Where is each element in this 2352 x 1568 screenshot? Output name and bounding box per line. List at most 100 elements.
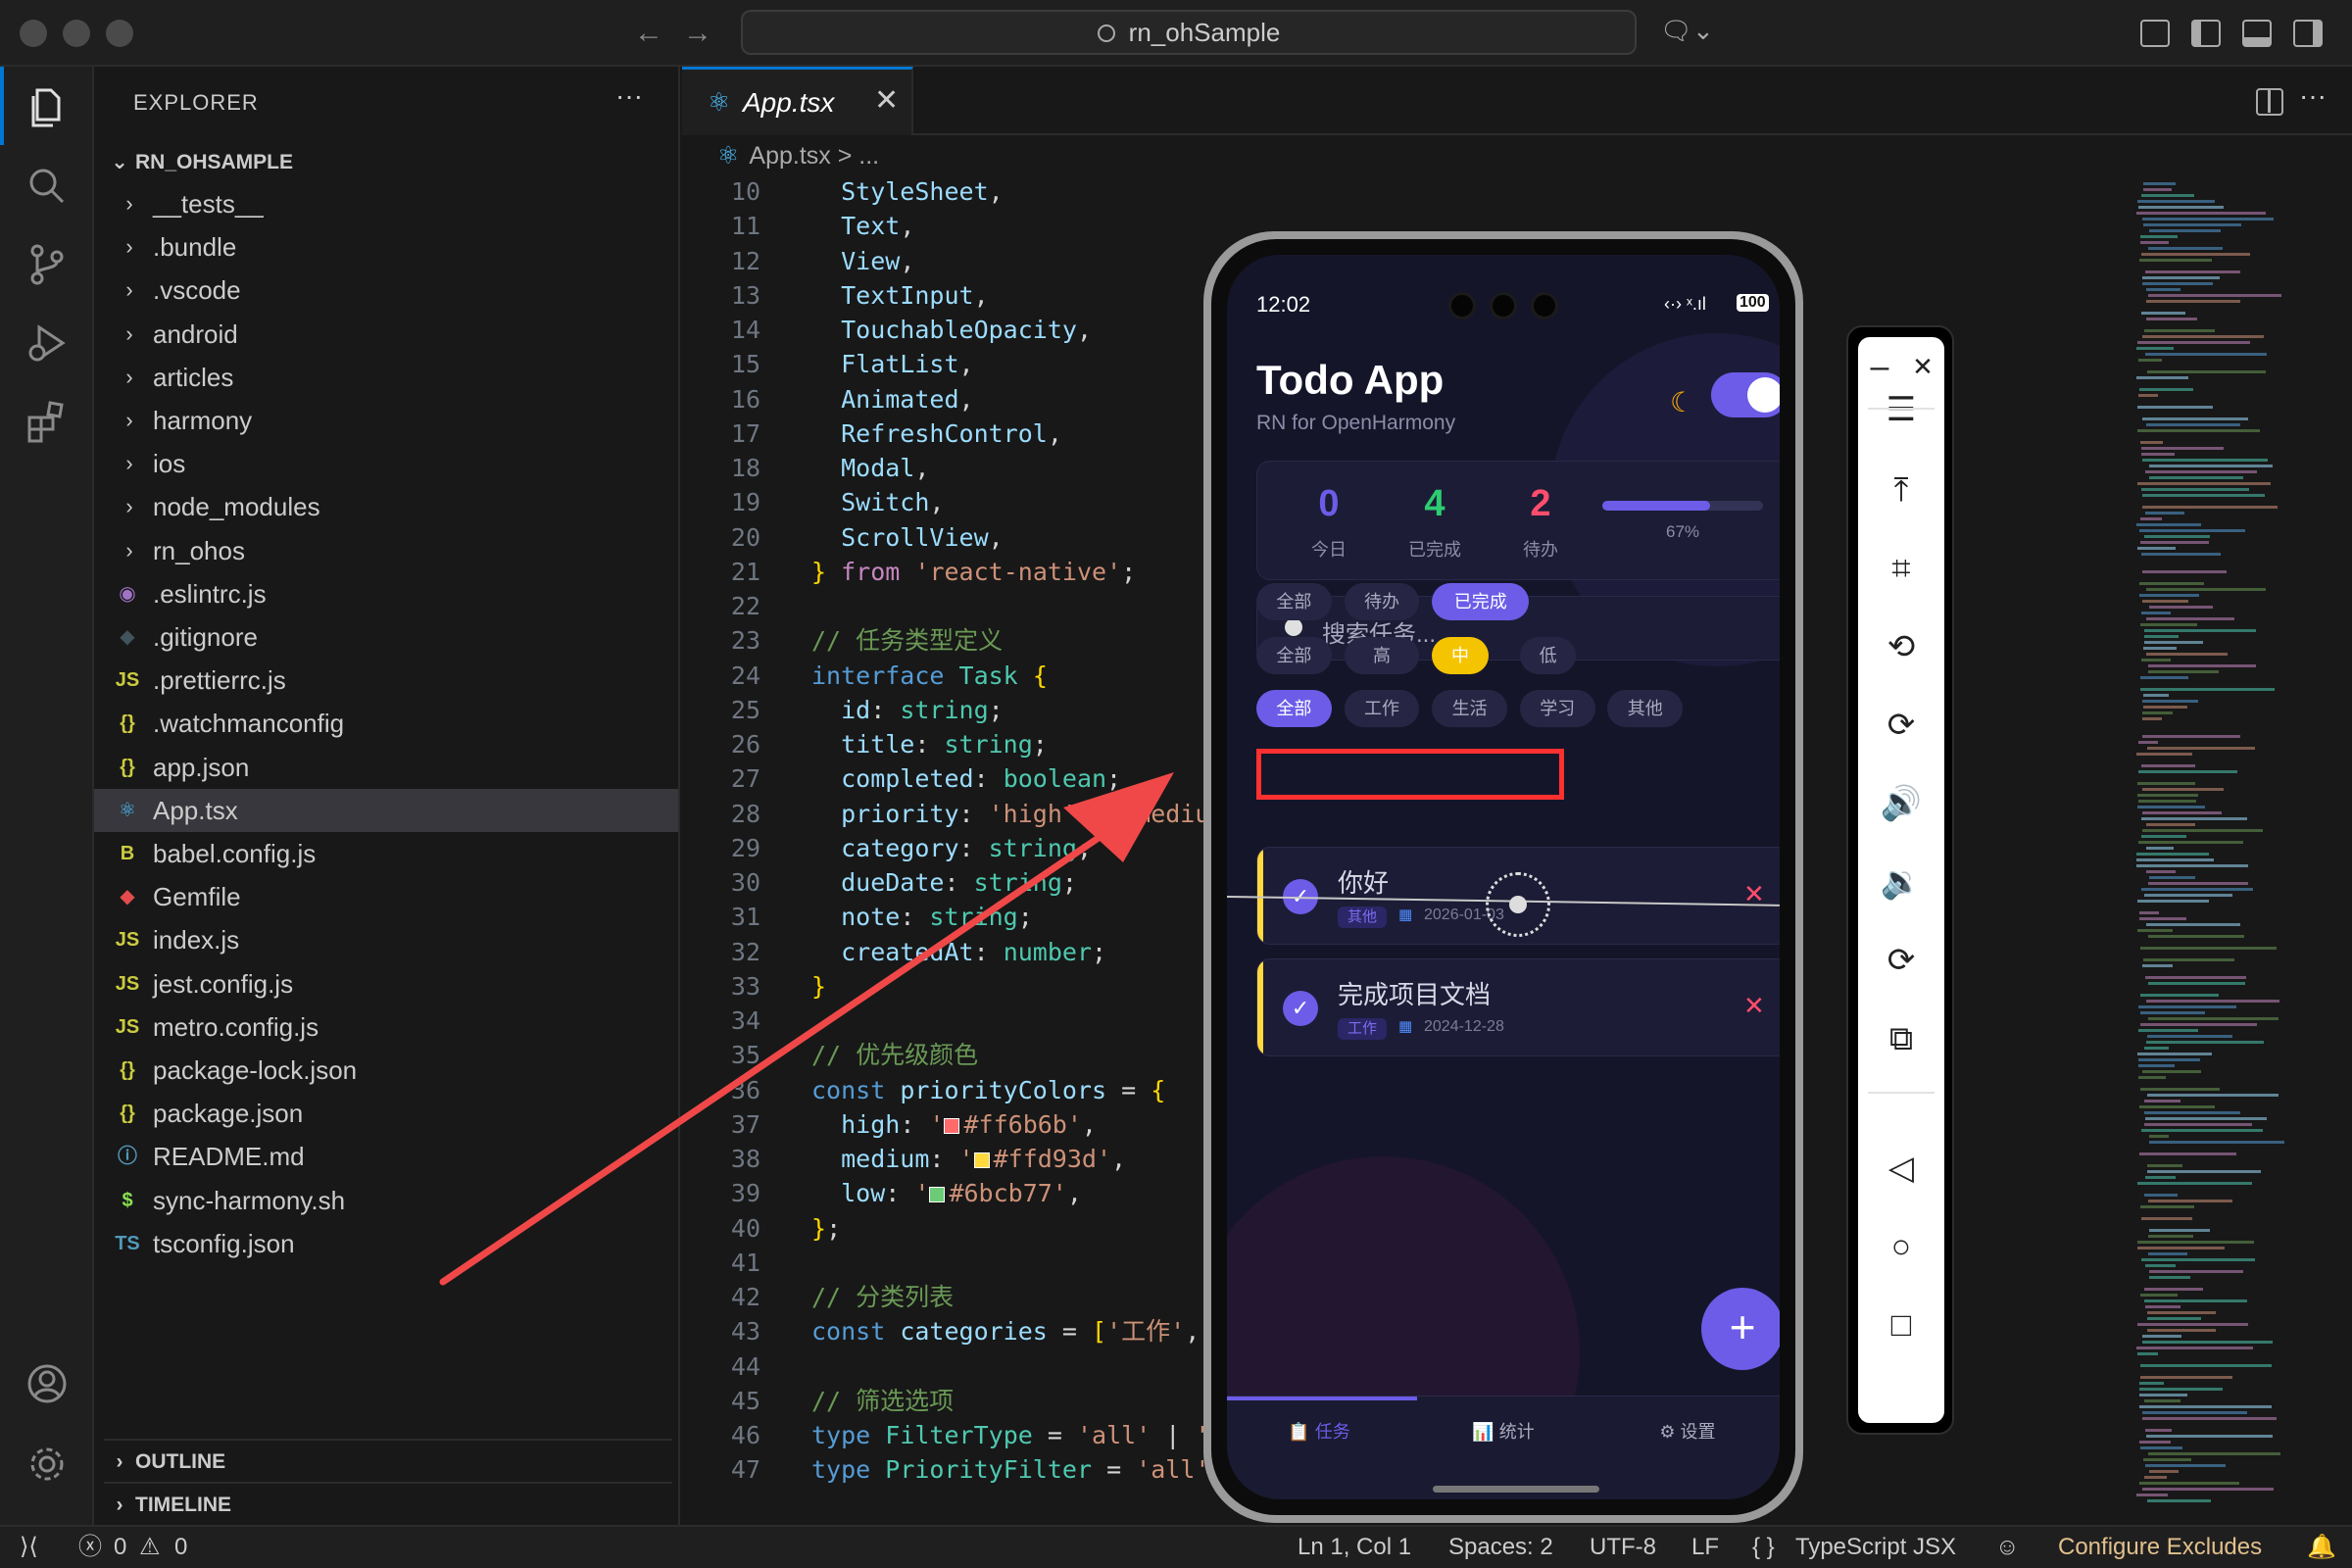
folder-item[interactable]: › __tests__ (94, 182, 678, 225)
bottom-tab[interactable]: 📋 任务 (1227, 1418, 1411, 1444)
priority-filter-chip[interactable]: 低 (1519, 636, 1577, 674)
tab-app-tsx[interactable]: ⚛ App.tsx ✕ (682, 67, 913, 135)
phone-screen[interactable]: 12:02 ‹·› ˣ.ıl 100 Todo App RN for OpenH… (1227, 255, 1780, 1499)
status-filter-chip[interactable]: 全部 (1256, 583, 1332, 621)
search-icon[interactable] (0, 145, 94, 223)
breadcrumb[interactable]: ⚛ App.tsx > ... (717, 141, 879, 171)
error-icon[interactable]: ⓧ (78, 1527, 102, 1568)
file-item[interactable]: {} package-lock.json (94, 1049, 678, 1092)
project-root-folder[interactable]: ⌄ RN_OHSAMPLE (104, 143, 672, 182)
file-item[interactable]: {} package.json (94, 1092, 678, 1135)
folder-item[interactable]: › ios (94, 442, 678, 485)
volume-up-icon[interactable]: 🔊 (1858, 774, 1944, 833)
copilot-icon[interactable]: ☺ (1995, 1527, 2020, 1568)
toggle-panel-icon[interactable] (2242, 20, 2272, 47)
customize-layout-icon[interactable] (2140, 20, 2170, 47)
file-item[interactable]: JS .prettierrc.js (94, 659, 678, 702)
configure-excludes[interactable]: Configure Excludes (2058, 1527, 2262, 1568)
forward-arrow-icon[interactable]: → (678, 14, 717, 53)
file-item[interactable]: {} app.json (94, 746, 678, 789)
category-filter-chip[interactable]: 生活 (1432, 690, 1507, 727)
account-icon[interactable] (0, 1343, 94, 1421)
encoding[interactable]: UTF-8 (1590, 1527, 1656, 1568)
remote-icon[interactable]: ⟩⟨ (20, 1527, 38, 1568)
timeline-section[interactable]: › TIMELINE (104, 1482, 672, 1525)
file-item[interactable]: ⓘ README.md (94, 1135, 678, 1178)
bottom-tab[interactable]: 📊 统计 (1411, 1418, 1595, 1444)
file-item[interactable]: {} .watchmanconfig (94, 702, 678, 745)
back-icon[interactable]: ◁ (1858, 1139, 1944, 1198)
recents-icon[interactable]: □ (1858, 1296, 1944, 1354)
minimize-window-button[interactable] (63, 20, 90, 47)
rotate-left-icon[interactable]: ⟲ (1858, 617, 1944, 676)
add-task-button[interactable]: + (1701, 1288, 1780, 1370)
minimap[interactable] (2132, 172, 2334, 1525)
explorer-icon[interactable] (0, 67, 94, 145)
outline-section[interactable]: › OUTLINE (104, 1439, 672, 1482)
rotate-right-icon[interactable]: ⟳ (1858, 696, 1944, 755)
category-filter-chip[interactable]: 工作 (1344, 690, 1420, 727)
file-item[interactable]: JS metro.config.js (94, 1005, 678, 1049)
file-item[interactable]: JS jest.config.js (94, 962, 678, 1005)
folder-item[interactable]: › rn_ohos (94, 529, 678, 572)
back-arrow-icon[interactable]: ← (629, 14, 668, 53)
minimap-line (2148, 935, 2244, 938)
file-item[interactable]: ◆ .gitignore (94, 615, 678, 659)
screenshot-icon[interactable]: ⧉ (1858, 1009, 1944, 1068)
minimap-line (2149, 1276, 2190, 1279)
pin-top-icon[interactable]: ⤒ (1858, 461, 1944, 519)
editor-more-actions-icon[interactable]: ··· (2299, 80, 2327, 112)
extensions-icon[interactable] (0, 380, 94, 459)
folder-item[interactable]: › articles (94, 356, 678, 399)
toggle-sidebar-icon[interactable] (2191, 20, 2221, 47)
file-item[interactable]: JS index.js (94, 918, 678, 961)
priority-filter-chip[interactable]: 中 (1432, 636, 1489, 674)
indentation[interactable]: Spaces: 2 (1448, 1527, 1553, 1568)
crop-icon[interactable]: ⌗ (1858, 539, 1944, 598)
line-ending[interactable]: LF (1691, 1527, 1719, 1568)
bottom-tab[interactable]: ⚙ 设置 (1595, 1418, 1780, 1444)
category-filter-chip[interactable]: 其他 (1607, 690, 1684, 727)
home-indicator[interactable] (1433, 1486, 1599, 1493)
close-tab-icon[interactable]: ✕ (874, 83, 899, 118)
file-item[interactable]: ◆ Gemfile (94, 875, 678, 918)
volume-down-icon[interactable]: 🔉 (1858, 853, 1944, 911)
folder-item[interactable]: › .bundle (94, 225, 678, 269)
notifications-bell-icon[interactable]: 🔔 (2307, 1527, 2336, 1568)
more-actions-icon[interactable]: ··· (615, 80, 643, 112)
maximize-window-button[interactable] (106, 20, 133, 47)
close-window-button[interactable] (20, 20, 47, 47)
folder-item[interactable]: › .vscode (94, 269, 678, 312)
status-filter-chip[interactable]: 已完成 (1432, 583, 1530, 621)
task-checkbox[interactable]: ✓ (1283, 991, 1318, 1026)
warning-icon[interactable]: ⚠ (139, 1527, 161, 1568)
file-item[interactable]: $ sync-harmony.sh (94, 1179, 678, 1222)
language-mode[interactable]: TypeScript JSX (1795, 1527, 1956, 1568)
status-filter-chip[interactable]: 待办 (1344, 583, 1420, 621)
home-icon[interactable]: ○ (1858, 1217, 1944, 1276)
file-item[interactable]: ⚛ App.tsx (94, 788, 678, 832)
settings-gear-icon[interactable] (0, 1423, 94, 1501)
folder-item[interactable]: › android (94, 313, 678, 356)
cursor-position[interactable]: Ln 1, Col 1 (1298, 1527, 1411, 1568)
task-card[interactable]: ✓ 完成项目文档 工作 ▦ 2024-12-28 ✕ (1256, 958, 1780, 1056)
dark-mode-toggle[interactable] (1711, 372, 1780, 417)
folder-item[interactable]: › harmony (94, 399, 678, 442)
file-item[interactable]: Bbabel.config.js (94, 832, 678, 875)
split-editor-icon[interactable] (2256, 88, 2283, 116)
run-debug-icon[interactable] (0, 302, 94, 380)
copilot-icon[interactable]: 🗨⌄ (1660, 16, 1714, 46)
toggle-secondary-sidebar-icon[interactable] (2293, 20, 2323, 47)
category-filter-chip[interactable]: 全部 (1256, 690, 1332, 727)
shake-icon[interactable]: ⟳ (1858, 931, 1944, 990)
priority-filter-chip[interactable]: 高 (1344, 636, 1420, 674)
folder-item[interactable]: › node_modules (94, 485, 678, 528)
delete-task-icon[interactable]: ✕ (1743, 991, 1765, 1021)
category-filter-chip[interactable]: 学习 (1519, 690, 1595, 727)
priority-filter-chip[interactable]: 全部 (1256, 636, 1332, 674)
source-control-icon[interactable] (0, 223, 94, 302)
menu-icon[interactable]: ☰ (1858, 380, 1944, 439)
command-center-search[interactable]: rn_ohSample (741, 10, 1637, 55)
file-item[interactable]: ◉ .eslintrc.js (94, 572, 678, 615)
file-item[interactable]: TS tsconfig.json (94, 1222, 678, 1265)
